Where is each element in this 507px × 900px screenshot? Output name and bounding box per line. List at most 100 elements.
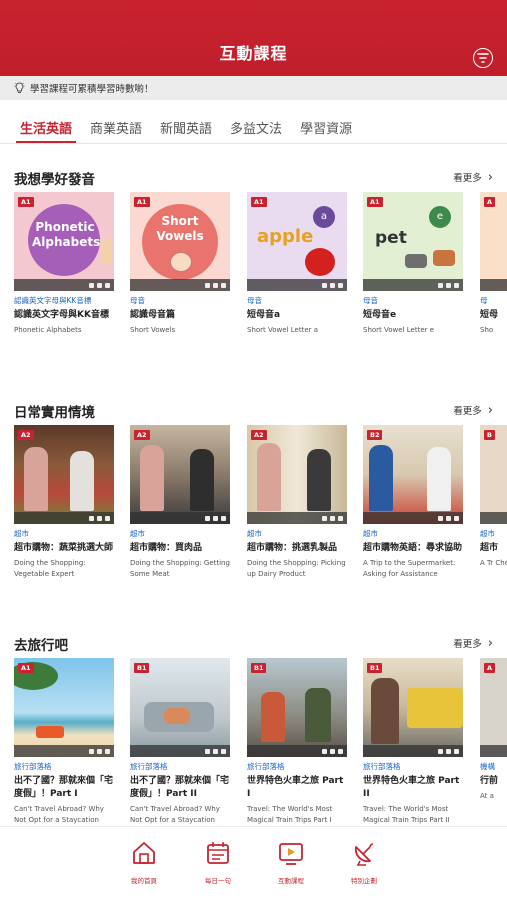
- course-subtitle: Short Vowel Letter a: [247, 326, 319, 334]
- course-category: 超市: [480, 529, 495, 538]
- home-icon: [114, 839, 174, 869]
- section-pronunciation: 我想學好發音 看更多 › Phonetic Alphabets A1 認識英文字母…: [0, 168, 507, 334]
- course-card[interactable]: pet e A1 母音 短母音e Short Vowel Letter e: [363, 192, 463, 336]
- course-title: 認識英文字母與KK音標: [14, 310, 109, 320]
- course-thumbnail: Short Vowels A1: [130, 192, 230, 291]
- course-category: 旅行部落格: [247, 762, 285, 771]
- level-badge: A2: [18, 430, 34, 440]
- nav-interactive-courses[interactable]: 互動課程: [261, 839, 321, 885]
- tip-bar: 學習課程可累積學習時數喲！: [0, 76, 507, 100]
- tab-learning-resources[interactable]: 學習資源: [300, 118, 352, 140]
- course-thumbnail: B1: [363, 658, 463, 757]
- course-title: 行前: [480, 776, 499, 786]
- course-card[interactable]: A1 旅行部落格 出不了國？那就來個「宅度假」！Part I Can't Tra…: [14, 658, 114, 826]
- course-card[interactable]: Short Vowels A1 母音 認識母音篇 Short Vowels: [130, 192, 230, 336]
- tab-divider: [0, 143, 507, 144]
- course-card[interactable]: A2 超市 超市購物：挑選乳製品 Doing the Shopping: Pic…: [247, 425, 347, 580]
- course-title: 超市購物英語：尋求協助: [363, 543, 463, 553]
- level-badge: A1: [18, 663, 34, 673]
- course-card[interactable]: B1 旅行部落格 出不了國？那就來個「宅度假」！Part II Can't Tr…: [130, 658, 230, 826]
- course-subtitle: Travel: The World's Most Magical Train T…: [247, 805, 333, 824]
- app-header: 互動課程: [0, 0, 507, 76]
- course-card[interactable]: Phonetic Alphabets A1 認識英文字母與KK音標 認識英文字母…: [14, 192, 114, 336]
- course-title: 短母音a: [247, 310, 281, 320]
- see-more-link[interactable]: 看更多 ›: [453, 169, 493, 185]
- course-category: 母音: [130, 296, 145, 305]
- course-card[interactable]: A2 超市 超市購物：蔬菜挑選大師 Doing the Shopping: Ve…: [14, 425, 114, 580]
- level-badge: B1: [367, 663, 383, 673]
- level-badge: B1: [251, 663, 267, 673]
- thumb-toolbar: [363, 279, 463, 291]
- thumb-toolbar: [363, 745, 463, 757]
- course-thumbnail: A: [480, 658, 507, 757]
- course-subtitle: A Trip to the Supermarket: Asking for As…: [363, 559, 456, 578]
- course-subtitle: Doing the Shopping: Picking up Dairy Pro…: [247, 559, 346, 578]
- course-category: 母音: [363, 296, 378, 305]
- course-title: 短母: [480, 310, 499, 320]
- see-more-link[interactable]: 看更多 ›: [453, 636, 493, 651]
- course-thumbnail: A: [480, 192, 507, 291]
- course-category: 超市: [247, 529, 262, 538]
- thumb-caption: Short Vowels: [156, 214, 204, 243]
- course-subtitle: Travel: The World's Most Magical Train T…: [363, 805, 450, 824]
- thumb-toolbar: [14, 745, 114, 757]
- course-card[interactable]: B2 超市 超市購物英語：尋求協助 A Trip to the Supermar…: [363, 425, 463, 580]
- filter-icon[interactable]: [473, 48, 493, 68]
- tab-toeic-grammar[interactable]: 多益文法: [230, 118, 282, 140]
- course-card[interactable]: A2 超市 超市購物：買肉品 Doing the Shopping: Getti…: [130, 425, 230, 580]
- thumb-toolbar: [247, 512, 347, 524]
- level-badge: B1: [134, 663, 150, 673]
- course-thumbnail: A2: [130, 425, 230, 524]
- course-title: 出不了國？那就來個「宅度假」！Part II: [130, 776, 230, 799]
- course-category: 超市: [14, 529, 29, 538]
- thumb-toolbar: [480, 512, 507, 524]
- course-subtitle: A Tr Che: [480, 559, 507, 567]
- course-thumbnail: A1: [14, 658, 114, 757]
- section-daily-situations: 日常實用情境 看更多 › A2 超市 超市購物：蔬菜挑選大師 Doing the …: [0, 401, 507, 578]
- course-card[interactable]: B 超市 超市 A Tr Che: [480, 425, 507, 569]
- section-title: 我想學好發音: [14, 172, 95, 188]
- course-thumbnail: A2: [247, 425, 347, 524]
- course-title: 超市購物：買肉品: [130, 543, 203, 553]
- course-category: 旅行部落格: [14, 762, 52, 771]
- thumb-toolbar: [247, 279, 347, 291]
- course-title: 出不了國？那就來個「宅度假」！Part I: [14, 776, 114, 799]
- section-travel: 去旅行吧 看更多 › A1 旅行部落格 出不了國？那就來個「宅度假」！Part I…: [0, 634, 507, 824]
- course-card[interactable]: B1 旅行部落格 世界特色火車之旅 Part II Travel: The Wo…: [363, 658, 463, 826]
- course-title: 超市: [480, 543, 499, 553]
- course-category: 機構: [480, 762, 495, 771]
- course-card[interactable]: apple a A1 母音 短母音a Short Vowel Letter a: [247, 192, 347, 336]
- nav-daily-sentence[interactable]: 每日一句: [188, 839, 248, 885]
- level-badge: B: [484, 430, 495, 440]
- course-category: 母: [480, 296, 488, 305]
- course-card[interactable]: B1 旅行部落格 世界特色火車之旅 Part I Travel: The Wor…: [247, 658, 347, 826]
- course-category: 超市: [130, 529, 145, 538]
- level-badge: A2: [251, 430, 267, 440]
- tip-text: 學習課程可累積學習時數喲！: [30, 84, 154, 95]
- level-badge: A2: [134, 430, 150, 440]
- video-play-icon: [261, 839, 321, 869]
- course-title: 超市購物：蔬菜挑選大師: [14, 543, 114, 553]
- course-category: 母音: [247, 296, 262, 305]
- see-more-link[interactable]: 看更多 ›: [453, 403, 493, 418]
- tab-life-english[interactable]: 生活英語: [15, 118, 77, 143]
- course-subtitle: Sho: [480, 326, 494, 334]
- course-card[interactable]: A 機構 行前 At a: [480, 658, 507, 802]
- thumb-toolbar: [130, 745, 230, 757]
- course-category: 超市: [363, 529, 378, 538]
- nav-home[interactable]: 我的首頁: [114, 839, 174, 885]
- nav-special-projects[interactable]: 特別企劃: [334, 839, 394, 885]
- level-badge: A1: [367, 197, 383, 207]
- bottom-nav: 我的首頁 每日一句 互動課程 特別企劃: [0, 826, 507, 900]
- course-thumbnail: apple a A1: [247, 192, 347, 291]
- thumb-toolbar: [130, 279, 230, 291]
- tab-news-english[interactable]: 新聞英語: [160, 118, 212, 140]
- course-subtitle: Short Vowel Letter e: [363, 326, 435, 334]
- course-subtitle: Doing the Shopping: Vegetable Expert: [14, 559, 86, 578]
- course-subtitle: Doing the Shopping: Getting Some Meat: [130, 559, 230, 578]
- course-card[interactable]: A 母 短母 Sho: [480, 192, 507, 336]
- chevron-right-icon: ›: [487, 169, 493, 185]
- tab-business-english[interactable]: 商業英語: [90, 118, 142, 140]
- course-thumbnail: B2: [363, 425, 463, 524]
- section-title: 日常實用情境: [14, 405, 95, 421]
